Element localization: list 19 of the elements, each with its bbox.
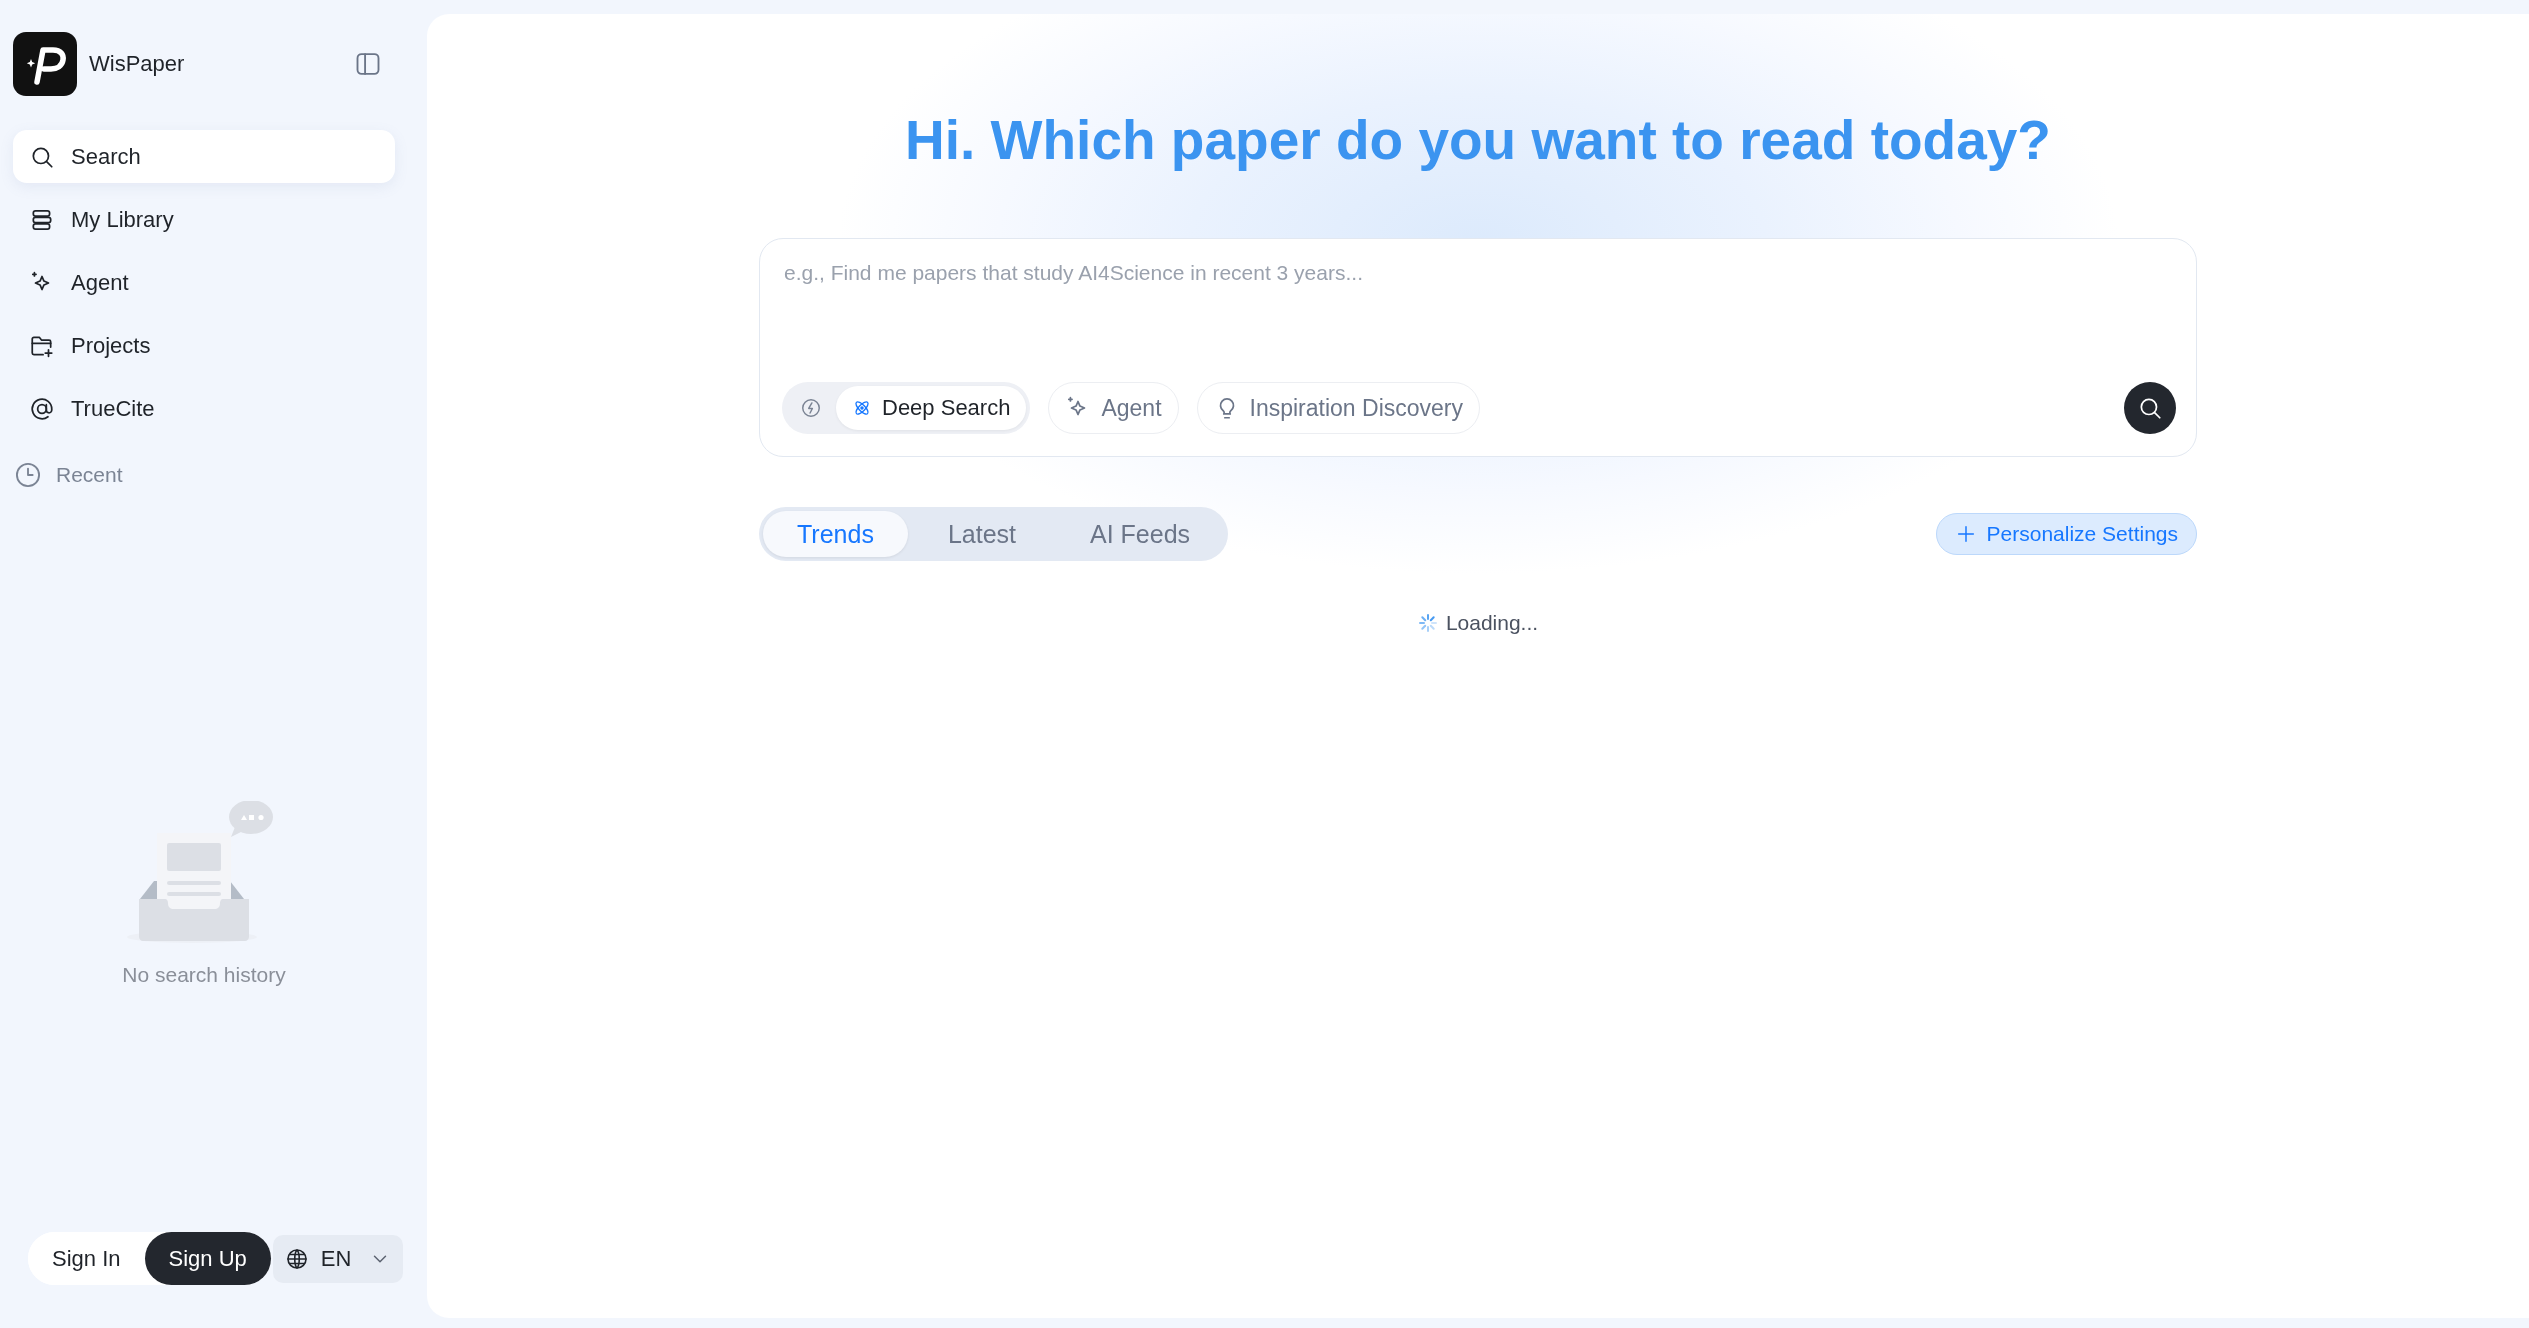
section-label: Recent xyxy=(56,463,123,487)
empty-state-text: No search history xyxy=(122,963,286,987)
app-name: WisPaper xyxy=(89,51,186,77)
tool-chip[interactable]: Inspiration Discovery xyxy=(1196,382,1480,434)
nav-item[interactable]: Projects xyxy=(13,319,395,372)
page-headline: Hi. Which paper do you want to read today? xyxy=(905,108,2051,173)
feed-tab[interactable]: Trends xyxy=(763,511,908,557)
nav-item[interactable]: Search xyxy=(13,130,395,183)
search-input[interactable]: e.g., Find me papers that study AI4Science in recent 3 years... xyxy=(782,257,2178,289)
nav-item[interactable]: TrueCite xyxy=(13,382,395,435)
search-mode-option[interactable]: Deep Search xyxy=(836,386,1027,430)
feed-tab[interactable]: Latest xyxy=(913,511,1050,557)
tool-chip[interactable]: Agent xyxy=(1048,382,1179,434)
nav-item[interactable]: Agent xyxy=(13,256,395,309)
language-select[interactable]: EN xyxy=(272,1234,404,1283)
sign-up-button[interactable]: Sign Up xyxy=(144,1232,271,1285)
feed-tab[interactable]: AI Feeds xyxy=(1056,511,1225,557)
loading-text: Loading... xyxy=(1445,611,1539,635)
nav-item[interactable]: My Library xyxy=(13,193,395,246)
